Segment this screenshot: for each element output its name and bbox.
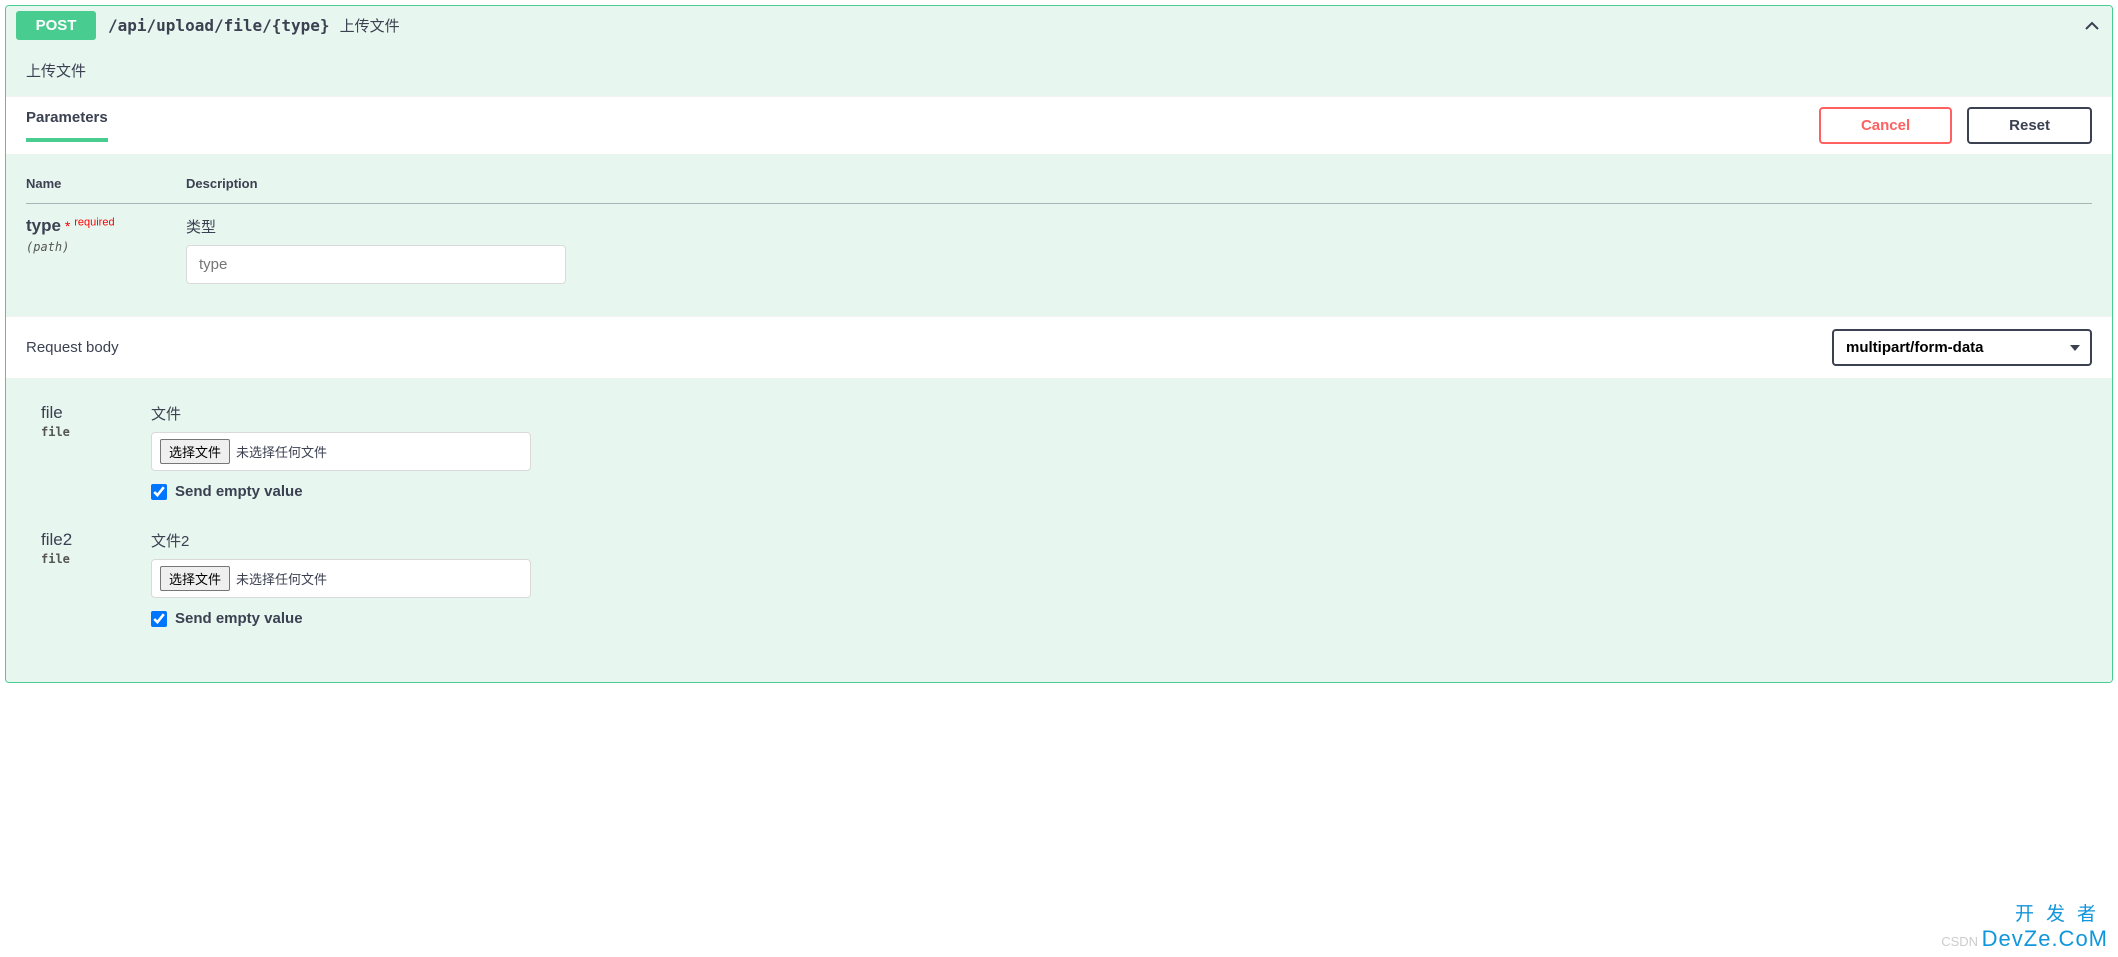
endpoint-path: /api/upload/file/{type} — [108, 16, 330, 35]
endpoint-summary: 上传文件 — [340, 15, 400, 36]
body-param-row: file file 文件 选择文件 未选择任何文件 Send empty val… — [41, 403, 2077, 500]
parameters-tab[interactable]: Parameters — [26, 109, 108, 142]
col-name: Name — [26, 164, 186, 204]
choose-file-button[interactable]: 选择文件 — [160, 439, 230, 464]
send-empty-row[interactable]: Send empty value — [151, 610, 531, 627]
watermark-top: 开发者 — [1941, 899, 2108, 926]
watermark-devze: DevZe.CoM — [1982, 926, 2108, 951]
opblock-post: POST /api/upload/file/{type} 上传文件 上传文件 P… — [5, 5, 2113, 683]
body-param-description: 文件 — [151, 403, 531, 424]
file-status: 未选择任何文件 — [236, 569, 327, 588]
send-empty-checkbox[interactable] — [151, 611, 167, 627]
send-empty-checkbox[interactable] — [151, 484, 167, 500]
request-body-header: Request body multipart/form-data — [6, 316, 2112, 378]
opblock-body: 上传文件 Parameters Cancel Reset Name Descri… — [6, 45, 2112, 682]
watermark: 开发者 CSDN DevZe.CoM — [1941, 899, 2108, 952]
body-param-type: file — [41, 425, 151, 439]
send-empty-label: Send empty value — [175, 610, 303, 627]
parameters-header: Parameters Cancel Reset — [6, 96, 2112, 154]
cancel-button[interactable]: Cancel — [1819, 107, 1952, 144]
send-empty-label: Send empty value — [175, 483, 303, 500]
param-in: (path) — [26, 240, 186, 254]
param-input-type[interactable] — [186, 245, 566, 284]
reset-button[interactable]: Reset — [1967, 107, 2092, 144]
parameters-section: Name Description type * required (path) — [6, 154, 2112, 316]
body-param-type: file — [41, 552, 151, 566]
file-input[interactable]: 选择文件 未选择任何文件 — [151, 432, 531, 471]
request-body-title: Request body — [26, 339, 119, 356]
chevron-up-icon[interactable] — [2082, 16, 2102, 36]
send-empty-row[interactable]: Send empty value — [151, 483, 531, 500]
file-input[interactable]: 选择文件 未选择任何文件 — [151, 559, 531, 598]
required-label: required — [74, 216, 114, 228]
param-name: type — [26, 216, 61, 235]
body-param-row: file2 file 文件2 选择文件 未选择任何文件 Send empty v… — [41, 530, 2077, 627]
choose-file-button[interactable]: 选择文件 — [160, 566, 230, 591]
body-param-name: file — [41, 403, 151, 423]
body-param-name: file2 — [41, 530, 151, 550]
body-param-description: 文件2 — [151, 530, 531, 551]
param-row: type * required (path) 类型 — [26, 204, 2092, 297]
body-params: file file 文件 选择文件 未选择任何文件 Send empty val… — [6, 378, 2112, 682]
opblock-summary[interactable]: POST /api/upload/file/{type} 上传文件 — [6, 6, 2112, 45]
col-description: Description — [186, 164, 2092, 204]
required-star-icon: * — [65, 218, 70, 234]
file-status: 未选择任何文件 — [236, 442, 327, 461]
parameters-table: Name Description type * required (path) — [26, 164, 2092, 296]
opblock-description: 上传文件 — [6, 45, 2112, 96]
content-type-select[interactable]: multipart/form-data — [1832, 329, 2092, 366]
param-description: 类型 — [186, 216, 2092, 237]
method-badge: POST — [16, 11, 96, 40]
watermark-csdn: CSDN — [1941, 934, 1981, 949]
